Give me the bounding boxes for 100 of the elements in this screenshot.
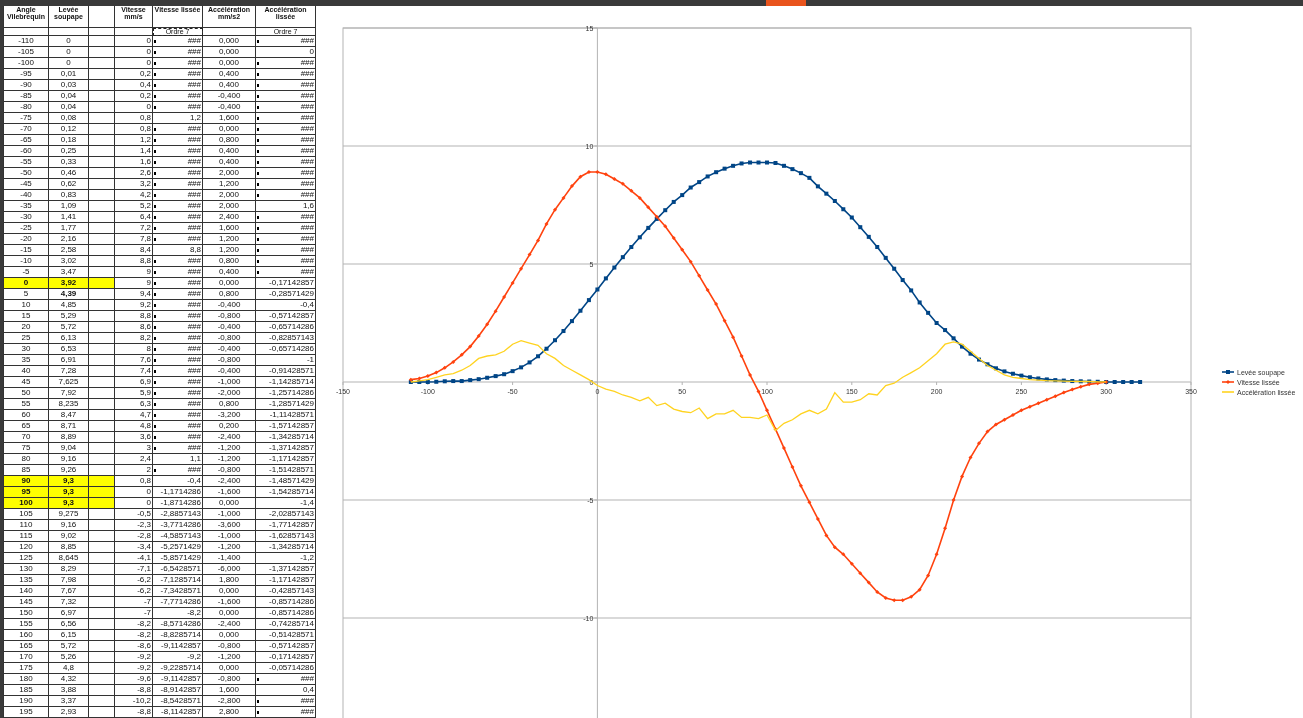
table-cell: -0,4 [300,301,314,309]
table-cell: 4,2 [139,191,151,199]
table-cell: 8,47 [60,411,77,419]
table-cell: -0,5 [137,510,151,518]
table-cell: -9,6 [137,675,151,683]
table-cell: -0,400 [217,103,241,111]
table-cell: ### [187,279,201,287]
table-cell: 9,02 [60,532,77,540]
table-cell: 9 [146,279,151,287]
table-cell: -8,8 [137,708,151,716]
table-cell: 0 [66,59,71,67]
table-cell: 0 [146,37,151,45]
table-cell: ### [300,257,314,265]
table-cell: 6,97 [60,609,77,617]
table-cell: 1,600 [219,686,239,694]
table-cell: -0,400 [217,323,241,331]
table-cell: ### [187,48,201,56]
table-cell: 0,000 [219,664,239,672]
table-cell: -1,600 [217,598,241,606]
table-cell: ### [187,136,201,144]
table-cell: -100 [18,59,34,67]
table-cell: -1,200 [217,444,241,452]
table-cell: 8,8 [189,246,201,254]
table-cell: -9,1142857 [161,642,201,650]
table-cell: 0 [146,499,151,507]
table-cell: 1,200 [219,246,239,254]
table-cell: -5,8571429 [160,554,201,562]
table-cell: 115 [19,532,33,540]
table-cell: ### [187,224,201,232]
table-cell: 7,625 [58,378,79,386]
table-cell: ### [187,158,201,166]
table-cell: 55 [21,400,31,408]
table-cell: -1,25714286 [269,389,314,397]
table-cell: ### [187,92,201,100]
table-cell: ### [300,37,314,45]
table-cell: -4,1 [137,554,151,562]
table-cell: -5,2571429 [160,543,201,551]
table-cell: 0,4 [139,81,151,89]
table-cell: 1,6 [302,202,314,210]
table-cell: 6,53 [60,345,77,353]
table-cell: 1,1 [189,455,201,463]
selected-column-header[interactable] [766,0,806,6]
table-cell: -4,5857143 [160,532,201,540]
table-cell: 8,645 [58,554,79,562]
table-cell: -80 [20,103,32,111]
table-cell: ### [187,81,201,89]
table-cell: -9,2 [137,653,151,661]
table-cell: 0,33 [60,158,77,166]
table-cell: 0,000 [219,631,239,639]
table-cell: 0,000 [219,587,239,595]
table-cell: -0,65714286 [269,323,314,331]
table-cell: -1,000 [217,532,241,540]
table-cell: 0,08 [60,114,77,122]
table-cell: -0,65714286 [269,345,314,353]
table-cell: 5,72 [60,323,77,331]
table-cell: -1,51428571 [269,466,314,474]
table-cell: ### [300,180,314,188]
table-cell: -1,2 [300,554,314,562]
table-cell: ### [187,37,201,45]
table-cell: 1,4 [139,147,151,155]
table-cell: 135 [19,576,33,584]
table-cell: ### [300,246,314,254]
table-cell: 1,09 [60,202,77,210]
table-cell: ### [187,235,201,243]
table-cell: 1,6 [139,158,151,166]
table-cell: -0,42857143 [269,587,314,595]
table-cell: -3,4 [137,543,151,551]
table-cell: -20 [20,235,32,243]
table-cell: -85 [20,92,32,100]
table-cell: ### [187,356,201,364]
table-cell: 130 [19,565,33,573]
table-cell: 5,26 [60,653,77,661]
table-cell: 1,200 [219,235,239,243]
table-cell: 3,37 [60,697,77,705]
table-cell: ### [187,312,201,320]
table-cell: -7,1 [137,565,151,573]
table-cell: -1,57142857 [269,422,314,430]
table-cell: -0,05714286 [269,664,314,672]
table-cell: 0,800 [219,257,239,265]
table-cell: -1,600 [217,488,241,496]
table-cell: 8,71 [60,422,77,430]
table-cell: 0,000 [219,48,239,56]
table-cell: -1,200 [217,455,241,463]
table-cell: -8,5428571 [160,697,201,705]
table-cell: 0,46 [60,169,77,177]
table-cell: -7 [143,598,151,606]
table-cell: -8,6 [137,642,151,650]
table-cell: 180 [19,675,33,683]
table-cell: 8,8 [139,312,151,320]
table-cell: -10 [20,257,32,265]
table-cell: -1,000 [217,510,241,518]
table-cell: ### [187,389,201,397]
table-cell: 0,800 [219,400,239,408]
table-cell: 0,200 [219,422,239,430]
table-cell: 0,12 [60,125,77,133]
table-cell: 8,2 [139,334,151,342]
table-cell: -1,200 [217,653,241,661]
table-cell: -1,62857143 [269,532,314,540]
table-cell: 1,2 [139,136,151,144]
table-cell: 9,2 [139,301,151,309]
